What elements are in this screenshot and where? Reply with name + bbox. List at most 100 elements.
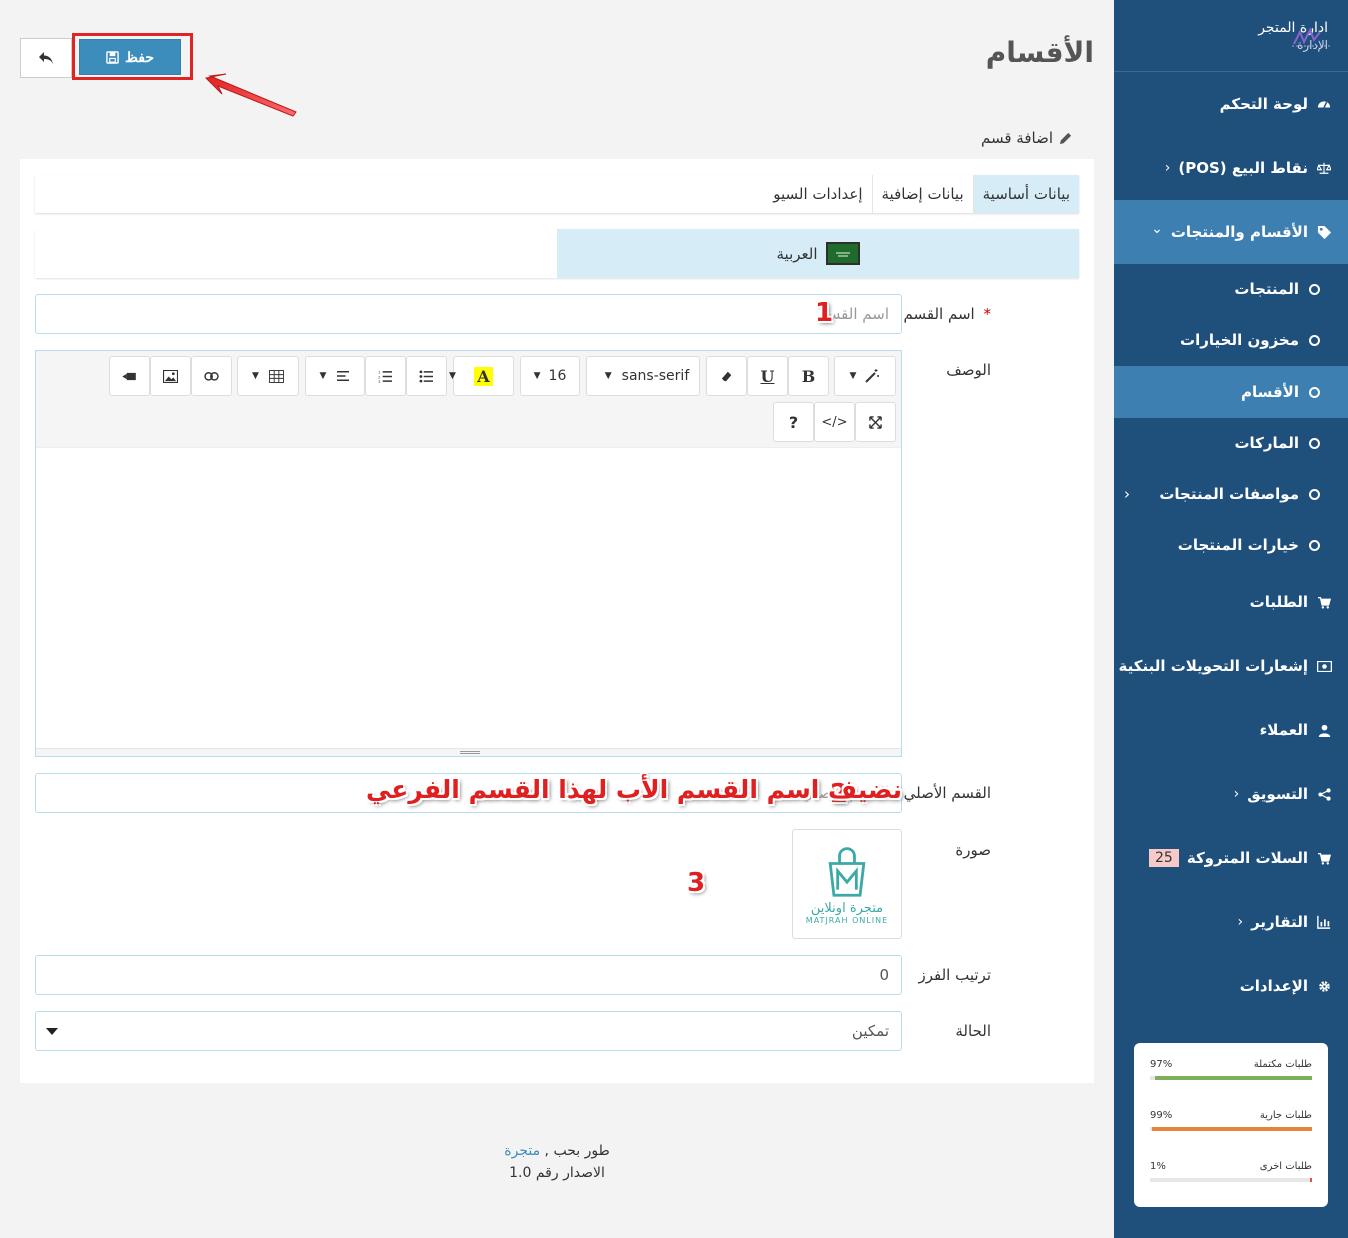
picture-icon xyxy=(163,369,178,383)
menu-customers[interactable]: العملاء xyxy=(1114,708,1348,752)
circle-icon xyxy=(1309,334,1320,346)
sort-order-label: ترتيب الفرز xyxy=(918,966,992,984)
back-button[interactable] xyxy=(20,38,72,78)
balance-scale-icon xyxy=(1316,160,1332,176)
sidebar: ادارة المتجر الإدارة لوحة التحكم نقاط ال… xyxy=(1114,0,1348,1238)
circle-icon xyxy=(1309,437,1320,449)
font-family-select[interactable]: ▼ sans-serif xyxy=(586,356,700,396)
image-label: صورة xyxy=(955,841,991,859)
floppy-disk-icon xyxy=(106,50,119,64)
menu-settings[interactable]: الإعدادات xyxy=(1114,964,1348,1008)
stat-label: طلبات مكتملة xyxy=(1253,1059,1312,1070)
circle-icon xyxy=(1309,386,1320,398)
chevron-down-icon: ▼ xyxy=(319,371,327,381)
editor-toolbar: ▼ B U ▼ sans-serif ▼ 16 ▼ A 1 2 3 ▼ ▼ </… xyxy=(36,351,901,448)
sidebar-item-product-specs[interactable]: مواصفات المنتجات ‹ xyxy=(1114,468,1348,520)
count-badge: 25 xyxy=(1149,849,1179,867)
status-select[interactable]: تمكين xyxy=(35,1011,902,1051)
table-button[interactable]: ▼ xyxy=(237,356,299,396)
sub-label: خيارات المنتجات xyxy=(1177,536,1299,554)
tab-language-arabic[interactable]: العربية xyxy=(557,229,1079,278)
stat-label: طلبات اخرى xyxy=(1259,1161,1312,1172)
stat-bar xyxy=(1150,1076,1312,1080)
sidebar-item-brands[interactable]: الماركات xyxy=(1114,418,1348,468)
sub-label: الماركات xyxy=(1234,434,1299,452)
align-icon xyxy=(337,370,350,382)
menu-label: لوحة التحكم xyxy=(1219,95,1308,113)
sub-label: الأقسام xyxy=(1240,383,1299,401)
menu-label: التقارير xyxy=(1251,913,1308,931)
category-image-thumbnail[interactable]: متجرة اونلاين MATJRAH ONLINE xyxy=(792,829,902,939)
editor-content-area[interactable] xyxy=(36,448,901,748)
cart-icon xyxy=(1316,850,1332,866)
category-name-input[interactable]: اسم القسم xyxy=(35,294,902,334)
fullscreen-button[interactable] xyxy=(855,402,896,442)
list-ul-icon xyxy=(419,369,433,383)
caret-down-icon xyxy=(46,1028,58,1035)
stat-value: 1% xyxy=(1150,1161,1166,1172)
chevron-down-icon: ▼ xyxy=(449,371,456,381)
unordered-list-button[interactable] xyxy=(406,356,447,396)
tab-basic-data[interactable]: بيانات أساسية xyxy=(973,175,1079,213)
saudi-flag-icon xyxy=(825,242,860,265)
text-color-button[interactable]: ▼ A xyxy=(449,356,514,396)
code-view-button[interactable]: </> xyxy=(814,402,855,442)
tab-seo-settings[interactable]: إعدادات السيو xyxy=(764,175,873,213)
stat-bar xyxy=(1150,1178,1312,1182)
eraser-icon xyxy=(721,371,731,382)
link-button[interactable] xyxy=(191,356,232,396)
annotation-number-3: 3 xyxy=(687,868,706,898)
sidebar-item-options-stock[interactable]: مخزون الخيارات xyxy=(1114,314,1348,366)
sidebar-item-categories[interactable]: الأقسام xyxy=(1114,366,1348,418)
font-size-select[interactable]: ▼ 16 xyxy=(520,356,580,396)
menu-reports[interactable]: التقارير ‹ xyxy=(1114,900,1348,944)
language-label: العربية xyxy=(776,244,818,263)
paragraph-align-button[interactable]: ▼ xyxy=(305,356,365,396)
stat-fill xyxy=(1151,1127,1312,1131)
menu-abandoned-carts[interactable]: السلات المتروكة 25 xyxy=(1114,836,1348,880)
paragraph-group: 123 ▼ xyxy=(305,356,448,396)
sidebar-item-product-options[interactable]: خيارات المنتجات xyxy=(1114,520,1348,570)
video-button[interactable] xyxy=(109,356,150,396)
annotation-note: نضيف اسم القسم الأب لهذا القسم الفرعي xyxy=(366,775,903,804)
menu-categories-products[interactable]: الأقسام والمنتجات ⌄ xyxy=(1114,200,1348,264)
circle-icon xyxy=(1309,539,1320,551)
ordered-list-button[interactable]: 123 xyxy=(365,356,406,396)
panel-heading: اضافة قسم xyxy=(20,117,1094,159)
parent-label: القسم الأصلي xyxy=(903,784,991,802)
stat-completed: طلبات مكتملة 97% xyxy=(1150,1059,1312,1110)
required-marker: * xyxy=(983,305,992,323)
image-button[interactable] xyxy=(150,356,191,396)
clear-format-button[interactable] xyxy=(706,356,747,396)
description-label: الوصف xyxy=(946,361,991,379)
menu-pos[interactable]: نقاط البيع (POS) ‹ xyxy=(1114,146,1348,190)
footer-link[interactable]: متجرة xyxy=(504,1143,540,1159)
menu-dashboard[interactable]: لوحة التحكم xyxy=(1114,82,1348,126)
menu-marketing[interactable]: التسويق ‹ xyxy=(1114,772,1348,816)
stat-in-progress: طلبات جارية 99% xyxy=(1150,1110,1312,1161)
cart-icon xyxy=(1316,594,1332,610)
editor-resize-handle[interactable] xyxy=(36,748,901,756)
help-button[interactable]: ? xyxy=(773,402,814,442)
chevron-down-icon: ▼ xyxy=(849,371,857,381)
list-ol-icon: 123 xyxy=(378,370,392,383)
resize-grip-icon xyxy=(460,751,480,754)
save-button[interactable]: حفظ xyxy=(79,39,181,75)
bold-button[interactable]: B xyxy=(788,356,829,396)
footer-version: الاصدار رقم 1.0 xyxy=(509,1165,605,1181)
footer: طور بحب , متجرة الاصدار رقم 1.0 xyxy=(20,1140,1094,1184)
menu-bank-transfers[interactable]: إشعارات التحويلات البنكية xyxy=(1114,644,1348,688)
pencil-icon xyxy=(1059,132,1072,144)
video-icon xyxy=(122,372,136,380)
chevron-left-icon: ‹ xyxy=(1124,485,1130,503)
chevron-down-icon: ▼ xyxy=(533,371,541,381)
bar-chart-icon xyxy=(1316,914,1332,930)
text-color-icon: A xyxy=(474,366,493,386)
menu-orders[interactable]: الطلبات xyxy=(1114,580,1348,624)
sidebar-item-products[interactable]: المنتجات xyxy=(1114,264,1348,314)
magic-style-button[interactable]: ▼ xyxy=(834,356,896,396)
underline-button[interactable]: U xyxy=(747,356,788,396)
tab-additional-data[interactable]: بيانات إضافية xyxy=(873,175,974,213)
sort-order-input[interactable]: 0 xyxy=(35,955,902,995)
chevron-left-icon: ‹ xyxy=(1237,914,1244,930)
